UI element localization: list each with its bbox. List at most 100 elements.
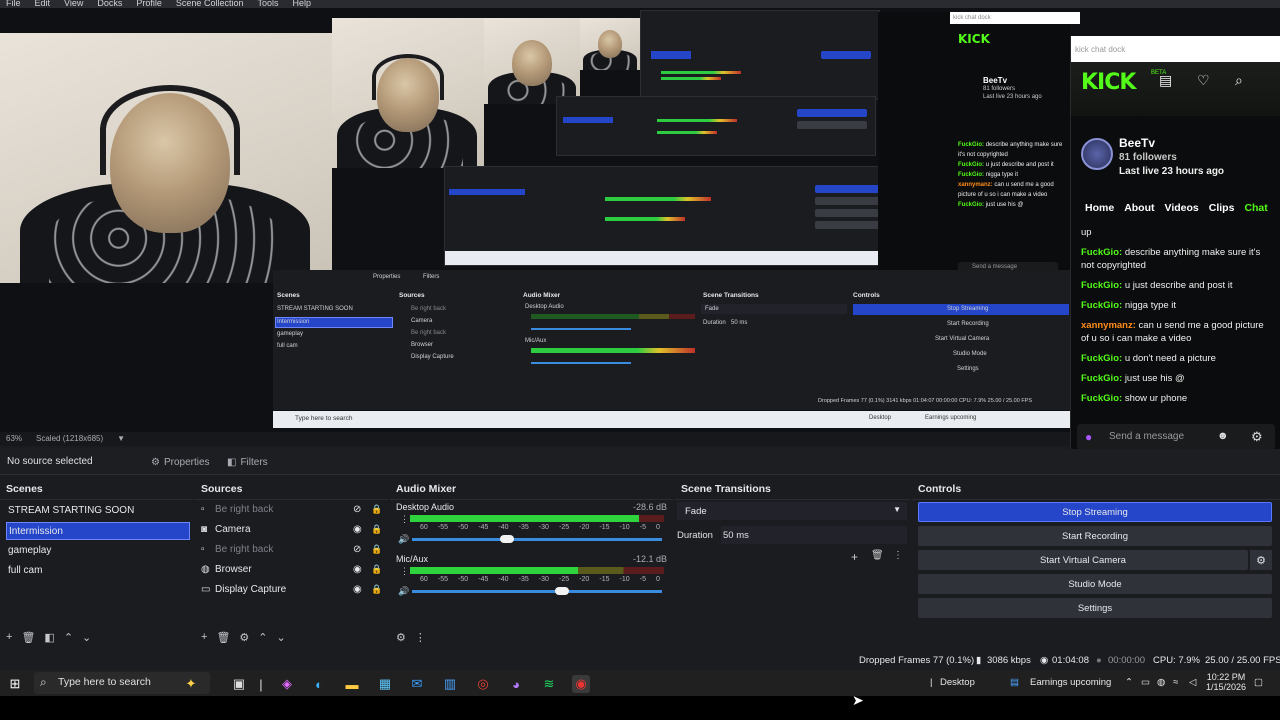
add-icon[interactable]: + bbox=[6, 631, 12, 643]
chevron-down-icon[interactable]: ▼ bbox=[117, 434, 125, 444]
duration-input[interactable]: 50 ms bbox=[721, 526, 907, 544]
source-item[interactable]: ▭ Display Capture ◉ 🔒 bbox=[201, 580, 383, 598]
zoom-scaled[interactable]: Scaled (1218x685) bbox=[36, 434, 103, 444]
scene-item[interactable]: full cam bbox=[6, 562, 190, 580]
trash-icon[interactable]: 🗑 bbox=[216, 631, 230, 644]
chevron-up-icon[interactable]: ⌃ bbox=[64, 631, 73, 644]
tab-videos[interactable]: Videos bbox=[1165, 202, 1199, 214]
edge-icon[interactable]: ◐ bbox=[310, 675, 328, 693]
discord-icon[interactable]: ◕ bbox=[507, 675, 525, 693]
emoji-icon[interactable]: ☻ bbox=[1217, 430, 1229, 442]
wifi-icon[interactable]: ≈ bbox=[1173, 677, 1178, 688]
chevron-down-icon[interactable]: ⌄ bbox=[277, 631, 286, 644]
trash-icon[interactable]: 🗑 bbox=[21, 631, 35, 644]
start-recording-button[interactable]: Start Recording bbox=[918, 526, 1272, 546]
calendar-icon[interactable]: ▥ bbox=[441, 675, 459, 693]
scene-item-selected[interactable]: Intermission bbox=[6, 522, 190, 540]
transition-select[interactable]: Fade ▼ bbox=[677, 502, 907, 520]
lock-icon[interactable]: 🔒 bbox=[371, 584, 382, 595]
earnings-label[interactable]: Earnings upcoming bbox=[1030, 677, 1111, 688]
source-item[interactable]: ▫ Be right back ⊘ 🔒 bbox=[201, 540, 383, 558]
gear-icon[interactable]: ⚙ bbox=[1250, 550, 1272, 570]
tab-home[interactable]: Home bbox=[1085, 202, 1114, 214]
settings-button[interactable]: Settings bbox=[918, 598, 1272, 618]
heart-icon[interactable]: ♡ bbox=[1197, 72, 1210, 89]
lock-icon[interactable]: 🔒 bbox=[371, 504, 382, 515]
gear-icon[interactable]: ⚙ bbox=[239, 631, 249, 644]
store-icon[interactable]: ▦ bbox=[376, 675, 394, 693]
gear-icon[interactable]: ⚙ bbox=[1251, 429, 1263, 445]
kebab-icon[interactable]: ⋮ bbox=[400, 566, 409, 577]
add-icon[interactable]: + bbox=[851, 550, 858, 564]
mixer-channel-name: Mic/Aux bbox=[396, 554, 429, 564]
eye-icon[interactable]: ◉ bbox=[353, 584, 362, 595]
trash-icon[interactable]: 🗑 bbox=[871, 550, 884, 561]
menu-scene-collection[interactable]: Scene Collection bbox=[176, 0, 244, 8]
menu-edit[interactable]: Edit bbox=[35, 0, 51, 8]
volume-icon[interactable]: ◁ bbox=[1189, 677, 1196, 688]
kebab-icon[interactable]: ⋮ bbox=[893, 550, 903, 561]
eye-slash-icon[interactable]: ⊘ bbox=[353, 504, 361, 515]
mic-icon[interactable]: ● bbox=[1085, 430, 1092, 444]
stop-streaming-button[interactable]: Stop Streaming bbox=[918, 502, 1272, 522]
source-item[interactable]: ◙ Camera ◉ 🔒 bbox=[201, 520, 383, 538]
kick-logo[interactable]: KICK bbox=[1081, 70, 1136, 95]
eye-icon[interactable]: ◉ bbox=[353, 564, 362, 575]
menu-tools[interactable]: Tools bbox=[257, 0, 278, 8]
obs-icon[interactable]: ◉ bbox=[572, 675, 590, 693]
gear-icon[interactable]: ⚙ bbox=[396, 631, 406, 644]
studio-mode-button[interactable]: Studio Mode bbox=[918, 574, 1272, 594]
scene-item[interactable]: STREAM STARTING SOON bbox=[6, 502, 190, 520]
sparkle-icon[interactable]: ✦ bbox=[182, 675, 200, 693]
mic-icon[interactable]: ◍ bbox=[1157, 677, 1165, 688]
clock[interactable]: 10:22 PM 1/15/2026 bbox=[1206, 672, 1246, 692]
kebab-icon[interactable]: ⋮ bbox=[400, 514, 409, 525]
eye-icon[interactable]: ◉ bbox=[353, 524, 362, 535]
channel-name[interactable]: BeeTv bbox=[1119, 136, 1155, 150]
chevron-up-icon[interactable]: ⌃ bbox=[258, 631, 267, 644]
desktop-label[interactable]: Desktop bbox=[940, 677, 975, 688]
lock-icon[interactable]: 🔒 bbox=[371, 524, 382, 535]
menu-help[interactable]: Help bbox=[292, 0, 311, 8]
lock-icon[interactable]: 🔒 bbox=[371, 564, 382, 575]
properties-button[interactable]: ⚙ Properties bbox=[151, 454, 210, 470]
calendar-icon[interactable]: ▤ bbox=[1159, 72, 1172, 89]
tab-clips[interactable]: Clips bbox=[1209, 202, 1235, 214]
search-icon[interactable]: ⌕ bbox=[1235, 72, 1243, 89]
menu-docks[interactable]: Docks bbox=[97, 0, 122, 8]
spotify-icon[interactable]: ≋ bbox=[540, 675, 558, 693]
add-icon[interactable]: + bbox=[201, 631, 207, 643]
kebab-icon[interactable]: ⋮ bbox=[415, 631, 426, 644]
lock-icon[interactable]: 🔒 bbox=[371, 544, 382, 555]
tab-chat[interactable]: Chat bbox=[1244, 202, 1267, 214]
menu-view[interactable]: View bbox=[64, 0, 83, 8]
scene-item[interactable]: gameplay bbox=[6, 542, 190, 560]
speaker-icon[interactable]: 🔊 bbox=[398, 586, 409, 597]
battery-icon[interactable]: ▭ bbox=[1141, 677, 1150, 688]
source-item[interactable]: ▫ Be right back ⊘ 🔒 bbox=[201, 500, 383, 518]
filters-button[interactable]: ◧ Filters bbox=[227, 454, 268, 470]
start-virtual-camera-button[interactable]: Start Virtual Camera bbox=[918, 550, 1248, 570]
volume-slider[interactable] bbox=[412, 587, 662, 595]
tab-about[interactable]: About bbox=[1124, 202, 1154, 214]
menu-profile[interactable]: Profile bbox=[136, 0, 162, 8]
chrome-icon[interactable]: ◎ bbox=[474, 675, 492, 693]
mail-icon[interactable]: ✉ bbox=[408, 675, 426, 693]
menu-file[interactable]: File bbox=[6, 0, 21, 8]
kick-chat-dock[interactable]: kick chat dock KICK BETA ▤ ♡ ⌕ BeeTv 81 … bbox=[1070, 36, 1280, 460]
windows-start-icon[interactable]: ⊞ bbox=[6, 675, 24, 693]
notification-icon[interactable]: ▢ bbox=[1254, 677, 1263, 688]
source-item[interactable]: ◍ Browser ◉ 🔒 bbox=[201, 560, 383, 578]
copilot-icon[interactable]: ◈ bbox=[278, 675, 296, 693]
zoom-percent[interactable]: 63% bbox=[6, 434, 22, 444]
eye-slash-icon[interactable]: ⊘ bbox=[353, 544, 361, 555]
chevron-down-icon[interactable]: ⌄ bbox=[82, 631, 91, 644]
chevron-up-icon[interactable]: ⌃ bbox=[1125, 677, 1133, 688]
volume-slider[interactable] bbox=[412, 535, 662, 543]
avatar[interactable] bbox=[1081, 138, 1113, 170]
filter-icon[interactable]: ◧ bbox=[44, 631, 54, 644]
task-view-icon[interactable]: ▣ bbox=[230, 675, 248, 693]
send-message-input[interactable]: Send a message bbox=[1077, 424, 1275, 450]
speaker-icon[interactable]: 🔊 bbox=[398, 534, 409, 545]
folder-icon[interactable]: ▬ bbox=[343, 675, 361, 693]
